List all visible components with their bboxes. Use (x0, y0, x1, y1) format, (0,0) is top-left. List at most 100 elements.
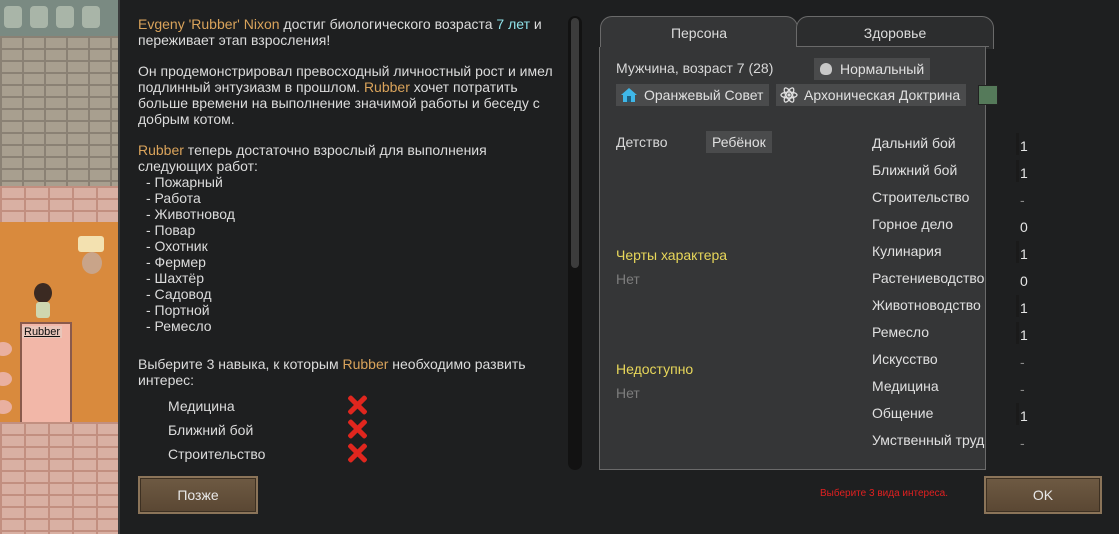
skill-row[interactable]: Ближний бой 1 (872, 160, 1028, 187)
gender-age-text: Мужчина, возраст 7 (28) (616, 60, 774, 76)
skill-name: Ремесло (872, 324, 930, 340)
skill-name: Умственный труд (872, 432, 985, 448)
scrollbar-thumb[interactable] (571, 18, 579, 268)
list-item: - Садовод (146, 286, 212, 302)
skill-bar (1016, 403, 1019, 425)
biotype-chip[interactable]: Нормальный (814, 58, 931, 80)
list-item: - Охотник (146, 238, 208, 254)
childhood-backstory-chip[interactable]: Ребёнок (706, 131, 772, 153)
growth-moment-dialog: Evgeny 'Rubber' Nixon достиг биологическ… (118, 0, 1119, 534)
unavailable-title: Недоступно (616, 361, 694, 377)
list-item: - Животновод (146, 206, 235, 222)
skill-name: Кулинария (872, 243, 942, 259)
skill-row[interactable]: Медицина - (872, 376, 1025, 403)
unselected-x-icon[interactable] (346, 394, 368, 416)
pawn-name-label[interactable]: Rubber (22, 326, 63, 338)
pawn-head-icon[interactable] (34, 283, 52, 303)
skill-level: 1 (1020, 300, 1028, 316)
tab-health[interactable]: Здоровье (796, 16, 994, 49)
list-item: - Работа (146, 190, 201, 206)
childhood-label: Детство (616, 134, 668, 150)
age-message: Evgeny 'Rubber' Nixon достиг биологическ… (138, 16, 542, 48)
skill-name: Горное дело (872, 216, 954, 232)
interest-option-label: Строительство (168, 446, 266, 462)
list-item: - Повар (146, 222, 196, 238)
skill-row[interactable]: Ремесло 1 (872, 322, 1028, 349)
house-icon (621, 88, 637, 102)
traits-title: Черты характера (616, 247, 728, 263)
work-type-list: - Пожарный - Работа - Животновод - Повар… (146, 174, 558, 334)
skills-list: Дальний бой 1 Ближний бой 1 Строительство -… (872, 133, 1028, 457)
tab-persona[interactable]: Персона (600, 16, 798, 49)
interest-option-row[interactable]: Ближний бой (138, 418, 558, 442)
unselected-x-icon[interactable] (346, 442, 368, 464)
lamp-icon (78, 236, 104, 252)
skill-level: - (1020, 192, 1025, 208)
skill-row[interactable]: Кулинария 1 (872, 241, 1028, 268)
skill-level: 1 (1020, 408, 1028, 424)
traits-value: Нет (616, 271, 640, 287)
ideoligion-chip[interactable]: Архоническая Доктрина (776, 84, 967, 106)
list-item: - Ремесло (146, 318, 212, 334)
interest-option-row[interactable]: Медицина (138, 394, 558, 418)
skill-name: Медицина (872, 378, 939, 394)
skill-level: - (1020, 354, 1025, 370)
skill-bar (1016, 133, 1019, 155)
skill-row[interactable]: Строительство - (872, 187, 1025, 214)
skill-name: Искусство (872, 351, 938, 367)
list-item: - Портной (146, 302, 210, 318)
skill-level: 1 (1020, 165, 1028, 181)
pawn-nickname: Rubber (138, 142, 184, 158)
plant-pot-icon (82, 252, 102, 274)
persona-panel: Мужчина, возраст 7 (28) Нормальный Оранж… (599, 46, 1028, 470)
list-item: - Фермер (146, 254, 206, 270)
skill-row[interactable]: Умственный труд - (872, 430, 1025, 457)
game-scene-background: Rubber (0, 0, 120, 534)
list-item: - Пожарный (146, 174, 223, 190)
later-button[interactable]: Позже (138, 476, 258, 514)
atom-icon (780, 87, 798, 103)
skill-name: Животноводство (872, 297, 981, 313)
skill-name: Растениеводство (872, 270, 985, 286)
work-intro: Rubber теперь достаточно взрослый для вы… (138, 142, 487, 174)
skill-row[interactable]: Дальний бой 1 (872, 133, 1028, 160)
list-item: - Шахтёр (146, 270, 204, 286)
skill-bar (1016, 295, 1019, 317)
stone-wall (0, 36, 120, 186)
skill-row[interactable]: Искусство - (872, 349, 1025, 376)
unselected-x-icon[interactable] (346, 418, 368, 440)
faction-chip[interactable]: Оранжевый Совет (616, 84, 770, 106)
skill-level: 1 (1020, 246, 1028, 262)
skill-level: 1 (1020, 138, 1028, 154)
interest-option-row[interactable]: Строительство (138, 442, 558, 466)
brick-wall (0, 422, 120, 534)
skill-level: 0 (1020, 219, 1028, 235)
pawn-full-name: Evgeny 'Rubber' Nixon (138, 16, 280, 32)
skill-level: 1 (1020, 327, 1028, 343)
skill-level: - (1020, 435, 1025, 451)
skill-name: Дальний бой (872, 135, 956, 151)
ok-button[interactable]: OK (984, 476, 1102, 514)
interest-warning-text: Выберите 3 вида интереса. (820, 488, 949, 499)
skill-row[interactable]: Общение 1 (872, 403, 1028, 430)
growth-description: Он продемонстрировал превосходный личнос… (138, 63, 553, 127)
pawn-body-icon[interactable] (36, 302, 50, 318)
interest-option-label: Ближний бой (168, 422, 254, 438)
interest-prompt: Выберите 3 навыка, к которым Rubber необ… (138, 356, 526, 388)
ideoligion-color-swatch[interactable] (978, 85, 998, 105)
skill-name: Строительство (872, 189, 970, 205)
storage-shelf (0, 0, 120, 36)
skill-row[interactable]: Горное дело 0 (872, 214, 1028, 241)
interest-options: Медицина Ближний бой Строительство (138, 394, 558, 466)
story-scrollbar[interactable] (568, 16, 582, 470)
interest-option-label: Медицина (168, 398, 235, 414)
skill-bar (1016, 322, 1019, 344)
pawn-nickname: Rubber (363, 79, 410, 95)
skill-row[interactable]: Животноводство 1 (872, 295, 1028, 322)
skill-name: Общение (872, 405, 934, 421)
age-value: 7 лет (496, 16, 530, 32)
pawn-nickname: Rubber (342, 356, 389, 372)
skill-bar (1016, 160, 1019, 182)
skill-row[interactable]: Растениеводство 0 (872, 268, 1028, 295)
skill-level: 0 (1020, 273, 1028, 289)
